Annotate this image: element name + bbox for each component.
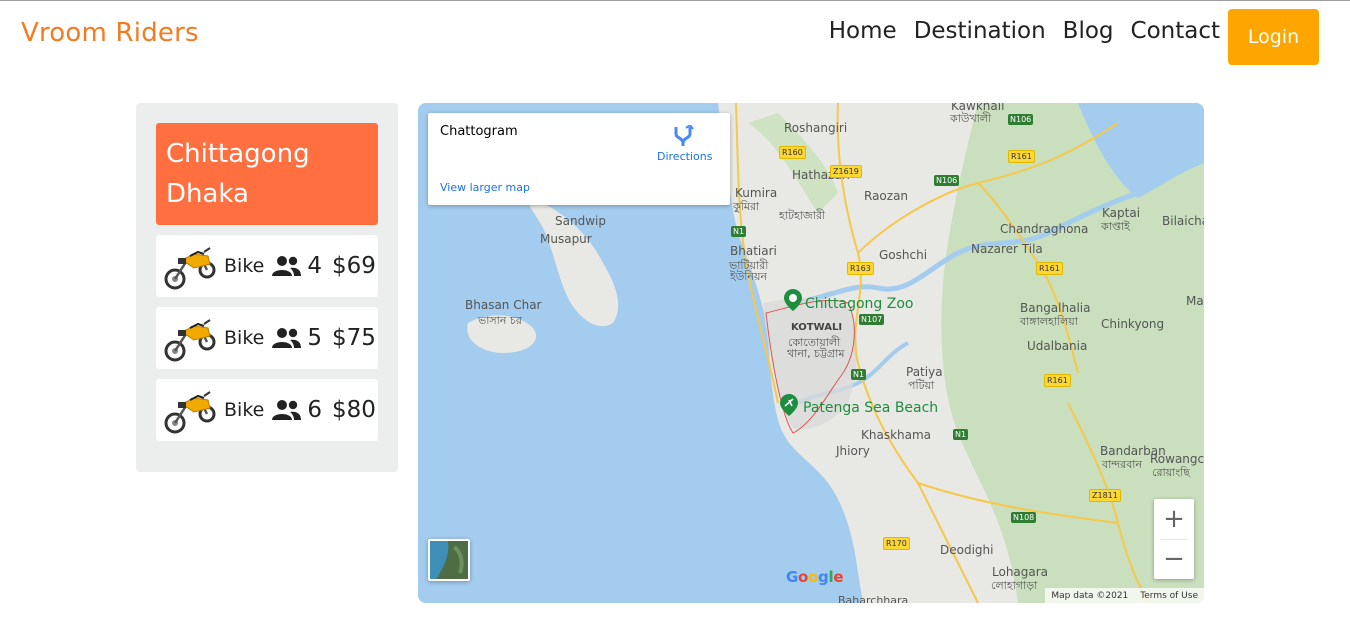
road-badge: N107 bbox=[859, 314, 885, 325]
map-label: বাঙ্গালহালিয়া bbox=[1020, 315, 1078, 328]
map-label: হাটহাজারী bbox=[779, 209, 826, 222]
directions-icon[interactable] bbox=[672, 125, 694, 147]
map-label: Musapur bbox=[540, 232, 592, 246]
satellite-layer-toggle[interactable] bbox=[428, 539, 470, 581]
view-larger-map-link[interactable]: View larger map bbox=[440, 181, 530, 194]
nav-contact[interactable]: Contact bbox=[1131, 18, 1220, 44]
map-label: Raozan bbox=[864, 189, 909, 203]
beach-pin-icon[interactable] bbox=[780, 394, 798, 416]
road-badge: N1 bbox=[851, 369, 867, 380]
motorbike-icon bbox=[164, 247, 216, 290]
road-badge: N106 bbox=[1008, 114, 1034, 125]
ride-results-panel: Chittagong Dhaka Bike 4 $69 Bike 5 $75 B… bbox=[136, 103, 398, 472]
zoom-in-button[interactable]: + bbox=[1154, 499, 1194, 539]
map-label: Chinkyong bbox=[1101, 317, 1165, 331]
route-from: Chittagong bbox=[166, 139, 310, 169]
map-label: Jhiory bbox=[836, 444, 870, 458]
map-label: Bilaicha bbox=[1162, 214, 1204, 228]
map-label: ভাসান চর bbox=[478, 314, 522, 327]
map-label: Chandraghona bbox=[1000, 222, 1089, 236]
map-attribution: Map data ©2021 Terms of Use bbox=[1045, 588, 1204, 603]
vehicle-type: Bike bbox=[224, 327, 265, 349]
map-label: Nazarer Tila bbox=[971, 242, 1043, 256]
main-nav: Home Destination Blog Contact bbox=[829, 18, 1220, 44]
map-poi-label[interactable]: Patenga Sea Beach bbox=[803, 400, 938, 416]
vehicle-type: Bike bbox=[224, 255, 265, 277]
vehicle-type: Bike bbox=[224, 399, 265, 421]
map-label: Udalbania bbox=[1027, 339, 1088, 353]
map-data-text: Map data ©2021 bbox=[1051, 590, 1129, 601]
map-label: পটিয়া bbox=[908, 379, 935, 392]
nav-home[interactable]: Home bbox=[829, 18, 897, 44]
brand-logo[interactable]: Vroom Riders bbox=[21, 18, 199, 48]
road-badge: N108 bbox=[1011, 512, 1037, 523]
road-badge: R160 bbox=[779, 146, 806, 159]
map-label: রোয়াংছি bbox=[1152, 466, 1190, 479]
ride-price: $80 bbox=[331, 397, 376, 423]
map-label: Khaskhama bbox=[861, 428, 932, 442]
route-to: Dhaka bbox=[166, 179, 249, 209]
ride-option[interactable]: Bike 6 $80 bbox=[156, 379, 378, 441]
terms-link[interactable]: Terms of Use bbox=[1140, 591, 1198, 601]
map-label: থানা, চট্টগ্রাম bbox=[787, 347, 845, 360]
zoo-pin-icon[interactable] bbox=[784, 289, 802, 311]
ride-price: $75 bbox=[331, 325, 376, 351]
map-label: কাউখালী bbox=[950, 112, 992, 125]
passengers-icon bbox=[272, 328, 302, 348]
map-poi-label[interactable]: Chittagong Zoo bbox=[805, 296, 913, 312]
login-button[interactable]: Login bbox=[1228, 9, 1319, 65]
map-label: বান্দরবান bbox=[1102, 458, 1143, 471]
passenger-capacity: 5 bbox=[307, 325, 322, 351]
nav-blog[interactable]: Blog bbox=[1063, 18, 1114, 44]
map-label: Sandwip bbox=[555, 214, 606, 228]
road-badge: R161 bbox=[1008, 150, 1035, 163]
zoom-out-button[interactable]: − bbox=[1154, 539, 1194, 579]
route-card: Chittagong Dhaka bbox=[156, 123, 378, 225]
road-badge: N106 bbox=[934, 175, 960, 186]
ride-option[interactable]: Bike 4 $69 bbox=[156, 235, 378, 297]
passengers-icon bbox=[272, 256, 302, 276]
map-label: ইউনিয়ন bbox=[730, 270, 768, 283]
map-label: Deodighi bbox=[940, 543, 994, 557]
map-label: কাপ্তাই bbox=[1101, 220, 1130, 233]
map-label: কুমিরা bbox=[733, 200, 760, 213]
passenger-capacity: 6 bbox=[307, 397, 322, 423]
zoom-control: + − bbox=[1154, 499, 1194, 579]
road-badge: R170 bbox=[883, 537, 910, 550]
motorbike-icon bbox=[164, 391, 216, 434]
ride-option[interactable]: Bike 5 $75 bbox=[156, 307, 378, 369]
map-embed[interactable]: Kawkhali কাউখালী Roshangiri Kumira কুমির… bbox=[418, 103, 1204, 603]
road-badge: N1 bbox=[953, 429, 969, 440]
map-label: Bhatiari bbox=[730, 244, 777, 258]
passenger-capacity: 4 bbox=[307, 253, 322, 279]
motorbike-icon bbox=[164, 319, 216, 362]
map-label: লোহাগাড়া bbox=[991, 579, 1038, 592]
satellite-thumbnail-icon bbox=[430, 541, 468, 579]
road-badge: R161 bbox=[1036, 262, 1063, 275]
passengers-icon bbox=[272, 400, 302, 420]
place-name: Chattogram bbox=[440, 124, 518, 139]
directions-link[interactable]: Directions bbox=[657, 150, 712, 163]
map-label: Ma bbox=[1186, 294, 1204, 308]
map-label: Roshangiri bbox=[784, 121, 848, 135]
road-badge: R163 bbox=[847, 262, 874, 275]
road-badge: R161 bbox=[1044, 374, 1071, 387]
map-label: Goshchi bbox=[879, 248, 928, 262]
road-badge: Z1811 bbox=[1089, 489, 1121, 502]
road-badge: Z1619 bbox=[830, 165, 862, 178]
google-logo: Google bbox=[786, 568, 844, 586]
nav-destination[interactable]: Destination bbox=[914, 18, 1046, 44]
ride-price: $69 bbox=[331, 253, 376, 279]
road-badge: N1 bbox=[731, 226, 747, 237]
map-label: Bhasan Char bbox=[465, 298, 542, 312]
map-label: KOTWALI bbox=[791, 322, 843, 333]
map-info-card: Chattogram Directions View larger map bbox=[428, 113, 730, 205]
map-label: Baharchhara bbox=[838, 594, 909, 603]
top-border bbox=[0, 0, 1350, 1]
